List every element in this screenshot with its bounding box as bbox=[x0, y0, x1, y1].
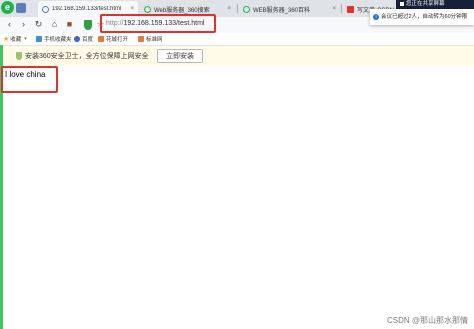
star-icon: ★ bbox=[3, 36, 10, 43]
bookmark-label: 手机收藏夹 bbox=[44, 37, 72, 43]
infobar-message: 安装360安全卫士，全方位保障上网安全 bbox=[25, 53, 149, 60]
close-icon[interactable]: × bbox=[227, 6, 231, 12]
csdn-icon bbox=[347, 5, 354, 13]
share-indicator-icon bbox=[400, 1, 404, 6]
tab-360-baike[interactable]: WEB服务器_360百科 × bbox=[239, 1, 340, 17]
bookmark-baidu[interactable]: 百度 bbox=[74, 34, 93, 44]
tab-separator bbox=[237, 4, 238, 13]
csdn-watermark: CSDN @那山那水那情 bbox=[387, 316, 469, 325]
globe-icon bbox=[42, 5, 49, 13]
tab-label: 192.168.159.133/test.html bbox=[52, 6, 122, 12]
bookmarks-bar: ★ 收藏 ▾ 手机收藏夹 百度 花城打开 标准网 bbox=[0, 33, 474, 46]
bookmark-item[interactable]: 标准网 bbox=[138, 34, 163, 44]
info-icon: i bbox=[373, 13, 379, 20]
bookmark-label: 百度 bbox=[82, 37, 94, 43]
bookmark-item[interactable]: 花城打开 bbox=[98, 34, 128, 44]
bookmark-label: 收藏 bbox=[10, 37, 22, 43]
extension-icon[interactable]: ■ bbox=[64, 19, 75, 30]
phone-icon bbox=[36, 36, 42, 42]
360-search-icon bbox=[144, 5, 151, 13]
close-icon[interactable]: × bbox=[332, 6, 336, 12]
close-icon[interactable]: × bbox=[130, 6, 134, 12]
shield-icon bbox=[16, 52, 22, 60]
back-icon[interactable]: ‹ bbox=[4, 19, 15, 30]
bookmark-icon bbox=[138, 36, 144, 42]
tab-separator bbox=[341, 4, 342, 13]
tab-list-icon[interactable] bbox=[16, 3, 26, 13]
meeting-notification-text: 会议已超过2人，自动转为60分钟限 bbox=[381, 14, 468, 20]
360-browser-logo-icon[interactable]: e bbox=[1, 1, 14, 14]
forward-icon[interactable]: › bbox=[18, 19, 29, 30]
reload-icon[interactable]: ↻ bbox=[33, 19, 44, 30]
shield-icon[interactable] bbox=[84, 20, 92, 30]
tab-label: Web服务器_360搜索 bbox=[154, 7, 210, 14]
360-search-icon bbox=[243, 5, 250, 13]
tab-label: WEB服务器_360百科 bbox=[253, 7, 311, 14]
screen-share-status: 您正在共享屏幕 bbox=[406, 1, 445, 7]
bookmark-label: 花城打开 bbox=[106, 37, 129, 43]
bookmark-icon bbox=[98, 36, 104, 42]
install-infobar: 安装360安全卫士，全方位保障上网安全 立即安装 bbox=[4, 46, 474, 66]
install-now-button[interactable]: 立即安装 bbox=[157, 49, 203, 63]
baidu-icon bbox=[74, 36, 80, 42]
chevron-down-icon[interactable]: ▾ bbox=[24, 36, 27, 42]
bookmark-label: 标准网 bbox=[146, 37, 163, 43]
address-highlight-frame bbox=[100, 14, 216, 33]
content-highlight-frame bbox=[1, 66, 58, 93]
bookmark-favorites[interactable]: ★ 收藏 ▾ bbox=[3, 34, 27, 44]
bookmark-mobile[interactable]: 手机收藏夹 bbox=[36, 34, 72, 44]
meeting-notification: i 会议已超过2人，自动转为60分钟限 bbox=[370, 9, 474, 25]
screen-share-banner: 您正在共享屏幕 bbox=[396, 0, 474, 9]
home-icon[interactable]: ⌂ bbox=[49, 19, 60, 30]
